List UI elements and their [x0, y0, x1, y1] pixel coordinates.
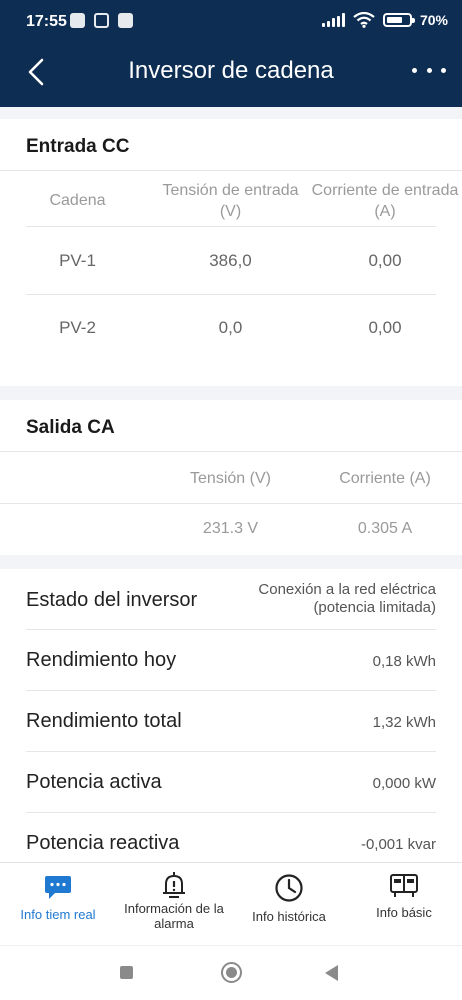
tab-label: Info tiem real: [20, 907, 96, 922]
dc-input-card: Entrada CC Cadena Tensión de entrada (V)…: [0, 119, 462, 386]
back-triangle-icon[interactable]: [325, 965, 338, 981]
wifi-icon: [353, 12, 375, 28]
info-list-card: Estado del inversor Conexión a la red el…: [0, 569, 462, 862]
realtime-chat-icon: [45, 876, 71, 899]
table-cell-voltage: 0,0: [218, 318, 243, 337]
clock-icon: [275, 874, 303, 902]
info-label: Potencia activa: [26, 771, 162, 793]
column-header-input-current: Corriente de entrada (A): [311, 182, 459, 220]
app-notification-icon: [118, 13, 133, 28]
table-cell-current: 0,00: [368, 318, 402, 337]
info-label: Potencia reactiva: [26, 832, 180, 854]
tab-history-info[interactable]: Info histórica: [232, 863, 346, 946]
list-item: Rendimiento total 1,32 kWh: [0, 691, 462, 752]
list-item: Rendimiento hoy 0,18 kWh: [0, 630, 462, 691]
ac-voltage-value: 231.3 V: [202, 520, 259, 537]
device-info-icon: [390, 874, 418, 897]
status-time: 17:55: [26, 13, 67, 30]
column-header-input-voltage: Tensión de entrada (V): [162, 182, 299, 220]
info-label: Rendimiento total: [26, 710, 182, 732]
list-item: Potencia reactiva -0,001 kvar: [0, 813, 462, 862]
status-bar: 17:55 70%: [0, 0, 462, 44]
content-area[interactable]: Entrada CC Cadena Tensión de entrada (V)…: [0, 107, 462, 862]
info-value: 0,000 kW: [372, 775, 436, 792]
battery-percent: 70%: [419, 12, 448, 28]
dc-input-title: Entrada CC: [26, 136, 130, 157]
tab-label: Info histórica: [252, 909, 326, 924]
signal-icon: [321, 13, 345, 27]
info-label: Rendimiento hoy: [26, 649, 177, 671]
app-header: Inversor de cadena: [0, 44, 462, 107]
list-item: Potencia activa 0,000 kW: [0, 752, 462, 813]
home-icon[interactable]: [221, 962, 242, 983]
info-label: Estado del inversor: [26, 589, 198, 611]
list-item: Estado del inversor Conexión a la red el…: [0, 569, 462, 630]
info-value: -0,001 kvar: [360, 836, 436, 853]
ac-current-value: 0.305 A: [357, 520, 413, 537]
battery-icon: [382, 13, 415, 27]
info-value: 0,18 kWh: [372, 653, 436, 670]
table-cell-voltage: 386,0: [209, 251, 252, 270]
alarm-bell-icon: [163, 872, 185, 898]
more-horizontal-icon[interactable]: [412, 64, 446, 76]
table-cell-string: PV-2: [59, 318, 96, 337]
tab-label: Información de la alarma: [124, 901, 224, 931]
table-cell-string: PV-1: [59, 251, 96, 270]
ac-output-card: Salida CA Tensión (V) Corriente (A) 231.…: [0, 400, 462, 555]
ac-output-title: Salida CA: [26, 417, 115, 438]
page-title: Inversor de cadena: [128, 57, 334, 84]
column-header-voltage: Tensión (V): [190, 470, 271, 487]
top-bar: 17:55 70% Inversor de cadena: [0, 0, 462, 107]
info-value: 1,32 kWh: [372, 714, 436, 731]
column-header-current: Corriente (A): [339, 470, 431, 487]
column-header-string: Cadena: [49, 192, 106, 209]
tab-realtime-info[interactable]: Info tiem real: [0, 863, 116, 946]
calendar-icon: [94, 13, 109, 28]
recent-apps-icon[interactable]: [120, 966, 133, 979]
table-cell-current: 0,00: [368, 251, 402, 270]
bottom-navigation: Info tiem real Información de la alarma …: [0, 862, 462, 945]
tab-alarm-info[interactable]: Información de la alarma: [116, 863, 232, 946]
notification-icon: [70, 13, 85, 28]
tab-basic-info[interactable]: Info básic: [346, 863, 462, 946]
system-navigation-bar: [0, 945, 462, 1000]
tab-label: Info básic: [376, 905, 432, 920]
info-value: Conexión a la red eléctrica (potencia li…: [258, 581, 436, 616]
